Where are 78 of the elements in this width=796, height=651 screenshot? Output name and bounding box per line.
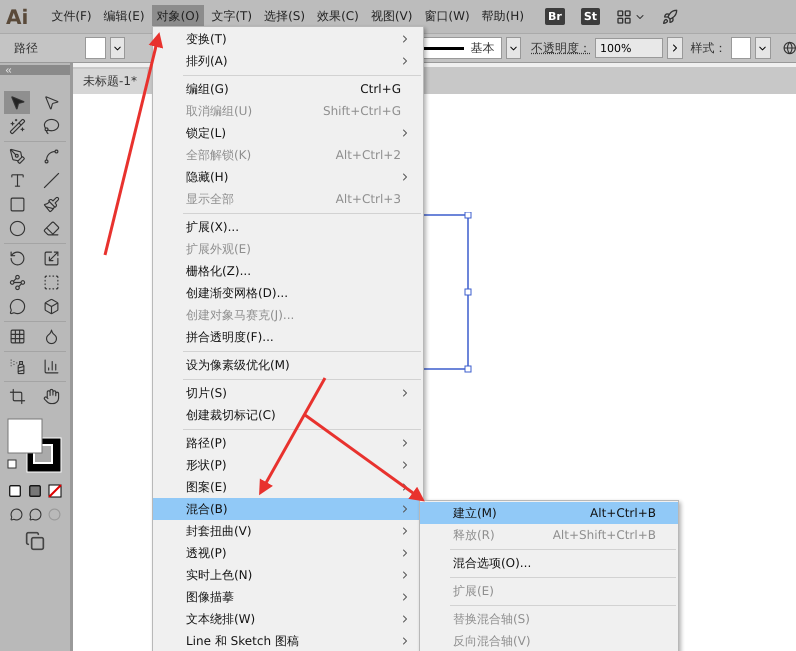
menu-item[interactable]: 混合选项(O)... <box>420 552 678 574</box>
menu-item[interactable]: 实时上色(N) <box>153 564 423 586</box>
menu-item[interactable]: 切片(S) <box>153 382 423 404</box>
color-mode-icon[interactable] <box>8 484 22 498</box>
menu-item[interactable]: 隐藏(H) <box>153 166 423 188</box>
stroke-style-caret[interactable] <box>506 37 522 59</box>
transform-box-icon <box>42 274 60 291</box>
menu-item[interactable]: 图像描摹 <box>153 586 423 608</box>
grid-icon <box>8 328 26 345</box>
draw-mode-icon[interactable] <box>10 508 22 521</box>
arrow-icon <box>8 94 26 111</box>
bar-chart-icon <box>42 358 60 375</box>
style-dropdown[interactable] <box>755 37 771 59</box>
menu-item[interactable]: 设为像素级优化(M) <box>153 354 423 376</box>
menu-item[interactable]: 创建裁切标记(C) <box>153 404 423 426</box>
menu-item[interactable]: 栅格化(Z)... <box>153 260 423 282</box>
wand-icon <box>8 118 26 135</box>
menu-item[interactable]: 编组(G) Ctrl+G <box>153 78 423 100</box>
menu-item[interactable]: Line 和 Sketch 图稿 <box>153 630 423 651</box>
draw-behind-icon[interactable] <box>28 508 42 521</box>
screen-mode-icon[interactable] <box>25 531 45 551</box>
scale-icon <box>42 250 60 267</box>
menu-title[interactable]: 文字(T) <box>206 5 258 28</box>
app-button[interactable]: Br <box>545 8 565 25</box>
menu-item[interactable]: 文本绕排(W) <box>153 608 423 630</box>
hand-icon <box>42 388 60 405</box>
fill-dropdown[interactable] <box>110 37 126 59</box>
menu-item[interactable]: 创建渐变网格(D)... <box>153 282 423 304</box>
crop-icon <box>8 388 26 405</box>
menu-title[interactable]: 效果(C) <box>312 5 364 28</box>
pen-icon <box>8 148 26 165</box>
circle-icon <box>8 220 26 237</box>
menu-title[interactable]: 对象(O) <box>152 5 204 28</box>
collapse-icon[interactable] <box>4 66 13 74</box>
opacity-field[interactable]: 100% <box>595 38 664 58</box>
type-icon <box>8 172 26 189</box>
lasso-icon <box>42 118 60 135</box>
menu-title[interactable]: 帮助(H) <box>476 5 530 28</box>
brush-icon <box>42 196 60 213</box>
app-logo: Ai <box>6 4 28 28</box>
menu-item[interactable]: 拼合透明度(F)... <box>153 326 423 348</box>
style-swatch[interactable] <box>730 37 752 59</box>
menu-item[interactable]: 透视(P) <box>153 542 423 564</box>
layout-icon[interactable] <box>616 8 632 24</box>
rotate-icon <box>8 250 26 267</box>
object-type-label: 路径 <box>14 40 39 56</box>
line-icon <box>42 172 60 189</box>
rectangle-icon <box>8 196 26 213</box>
none-mode-icon[interactable] <box>48 484 62 498</box>
fill-swatch[interactable] <box>85 37 106 59</box>
menu-item[interactable]: 建立(M) Alt+Ctrl+B <box>420 502 678 524</box>
menu-title[interactable]: 窗口(W) <box>419 5 475 28</box>
app-button[interactable]: St <box>580 8 600 25</box>
opacity-label: 不透明度： <box>531 40 592 56</box>
speech-icon <box>8 298 26 315</box>
menu-item[interactable]: 封套扭曲(V) <box>153 520 423 542</box>
menu-title[interactable]: 文件(F) <box>46 5 97 28</box>
menu-item[interactable]: 扩展(X)... <box>153 216 423 238</box>
hollow-arrow-icon <box>42 94 60 111</box>
document-tab[interactable]: 未标题-1* <box>73 69 147 94</box>
menu-item[interactable]: 图案(E) <box>153 476 423 498</box>
menu-title[interactable]: 编辑(E) <box>98 5 150 28</box>
curve-pen-icon <box>42 148 60 165</box>
menu-item[interactable]: 形状(P) <box>153 454 423 476</box>
rocket-icon[interactable] <box>662 8 678 24</box>
tool-button[interactable] <box>4 91 30 114</box>
nodes-icon <box>8 274 26 291</box>
globe-icon[interactable] <box>782 40 796 56</box>
cube-icon <box>42 298 60 315</box>
opacity-arrow-button[interactable] <box>667 37 682 59</box>
menu-item[interactable]: 锁定(L) <box>153 122 423 144</box>
menu-title[interactable]: 视图(V) <box>366 5 418 28</box>
spray-can-icon <box>8 358 26 375</box>
gradient-mode-icon[interactable] <box>28 484 42 498</box>
menu-title[interactable]: 选择(S) <box>259 5 310 28</box>
style-label: 样式： <box>690 40 726 56</box>
menu-item[interactable]: 路径(P) <box>153 432 423 454</box>
eraser-icon <box>42 220 60 237</box>
